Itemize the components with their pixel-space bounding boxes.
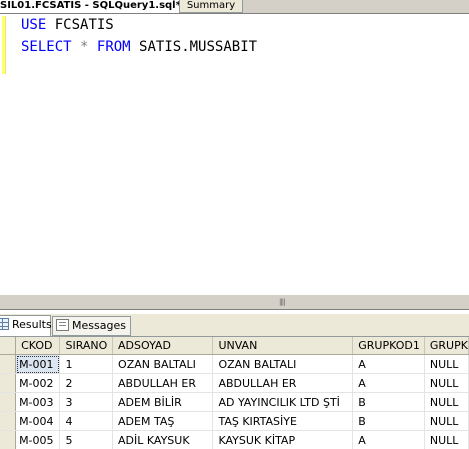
results-table: CKOD SIRANO ADSOYAD UNVAN GRUPKOD1 GRUPK… [0, 337, 469, 449]
row-header[interactable] [0, 392, 17, 412]
messages-icon [56, 319, 69, 331]
cell[interactable]: NULL [424, 411, 469, 431]
column-header-grupk[interactable]: GRUPK [424, 337, 469, 355]
cell[interactable]: M-002 [15, 373, 61, 393]
tab-messages[interactable]: Messages [52, 316, 131, 336]
tab-results[interactable]: Results [0, 315, 52, 336]
cell[interactable]: A [352, 354, 425, 374]
header-row: CKOD SIRANO ADSOYAD UNVAN GRUPKOD1 GRUPK [0, 337, 469, 355]
cell[interactable]: ADEM TAŞ [112, 411, 214, 431]
table-row[interactable]: M-004 4 ADEM TAŞ TAŞ KIRTASİYE B NULL [0, 411, 469, 431]
tab-sqlquery1[interactable]: SIL01.FCSATIS - SQLQuery1.sql* [0, 0, 185, 13]
splitter-grip-icon: |||| [279, 298, 286, 306]
cell[interactable]: OZAN BALTALI [112, 354, 214, 374]
table-row[interactable]: M-003 3 ADEM BİLİR AD YAYINCILIK LTD ŞTİ… [0, 392, 469, 412]
cell[interactable]: A [352, 430, 425, 449]
document-tab-strip: SIL01.FCSATIS - SQLQuery1.sql* Summary [0, 0, 469, 14]
row-header[interactable] [0, 411, 17, 431]
cell[interactable]: NULL [424, 430, 469, 449]
row-header[interactable] [0, 430, 17, 449]
row-header[interactable] [0, 373, 17, 393]
code-line-2: SELECT * FROM SATIS.MUSSABIT [21, 38, 257, 56]
column-header-sirano[interactable]: SIRANO [59, 337, 114, 355]
cell[interactable]: 3 [59, 392, 114, 412]
cell[interactable]: TAŞ KIRTASİYE [212, 411, 354, 431]
cell[interactable]: B [352, 411, 425, 431]
cell[interactable]: M-005 [15, 430, 61, 449]
table-row[interactable]: M-005 5 ADİL KAYSUK KAYSUK KİTAP A NULL [0, 430, 469, 449]
cell[interactable]: NULL [424, 392, 469, 412]
cell[interactable]: 2 [59, 373, 114, 393]
column-header-grupkod1[interactable]: GRUPKOD1 [352, 337, 425, 355]
cell[interactable]: A [352, 373, 425, 393]
table-name: SATIS.MUSSABIT [139, 39, 258, 55]
column-header-ckod[interactable]: CKOD [15, 337, 61, 355]
cell[interactable]: M-001 [15, 354, 61, 374]
grid-corner[interactable] [0, 337, 17, 355]
table-row[interactable]: M-002 2 ABDULLAH ER ABDULLAH ER A NULL [0, 373, 469, 393]
keyword-use: USE [21, 17, 47, 33]
tab-summary[interactable]: Summary [179, 0, 243, 13]
cell[interactable]: ABDULLAH ER [212, 373, 354, 393]
cell[interactable]: 1 [59, 354, 114, 374]
results-grid[interactable]: CKOD SIRANO ADSOYAD UNVAN GRUPKOD1 GRUPK… [0, 337, 469, 449]
cell[interactable]: KAYSUK KİTAP [212, 430, 354, 449]
changed-lines-marker [2, 16, 6, 74]
cell[interactable]: M-003 [15, 392, 61, 412]
column-header-adsoyad[interactable]: ADSOYAD [112, 337, 214, 355]
tab-results-label: Results [12, 318, 52, 331]
results-tab-strip: Results Messages [0, 314, 469, 337]
tab-messages-label: Messages [72, 319, 126, 332]
cell[interactable]: AD YAYINCILIK LTD ŞTİ [212, 392, 354, 412]
column-header-unvan[interactable]: UNVAN [212, 337, 354, 355]
cell[interactable]: 4 [59, 411, 114, 431]
code-line-1: USE FCSATIS [21, 16, 114, 34]
grid-icon [0, 318, 9, 330]
cell[interactable]: ADİL KAYSUK [112, 430, 214, 449]
cell[interactable]: NULL [424, 373, 469, 393]
cell[interactable]: ABDULLAH ER [112, 373, 214, 393]
results-splitter[interactable]: |||| [0, 294, 469, 310]
table-row[interactable]: M-001 1 OZAN BALTALI OZAN BALTALI A NULL [0, 354, 469, 374]
row-header[interactable] [0, 354, 17, 374]
cell[interactable]: ADEM BİLİR [112, 392, 214, 412]
cell[interactable]: B [352, 392, 425, 412]
operator-star: * [80, 39, 89, 55]
query-editor[interactable]: USE FCSATIS SELECT * FROM SATIS.MUSSABIT [0, 14, 469, 294]
keyword-select: SELECT [21, 39, 72, 55]
cell[interactable]: 5 [59, 430, 114, 449]
database-name: FCSATIS [54, 17, 114, 33]
cell[interactable]: M-004 [15, 411, 61, 431]
cell[interactable]: NULL [424, 354, 469, 374]
keyword-from: FROM [96, 39, 131, 55]
cell[interactable]: OZAN BALTALI [212, 354, 354, 374]
